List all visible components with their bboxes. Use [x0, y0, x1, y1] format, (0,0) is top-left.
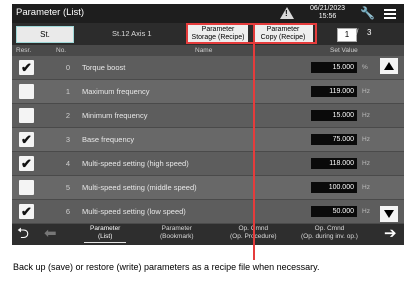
scroll-down-button[interactable] [380, 206, 398, 222]
param-value[interactable]: 119.000 [311, 86, 357, 97]
return-icon[interactable]: ⮌ [17, 225, 29, 243]
header-set-value: Set Value [330, 47, 358, 54]
time-text: 15:56 [318, 13, 337, 20]
recipe-highlight-box [186, 23, 317, 44]
param-name: Torque boost [82, 63, 126, 72]
param-value[interactable]: 50.000 [311, 206, 357, 217]
callout-caption: Back up (save) or restore (write) parame… [13, 262, 320, 272]
param-no: 1 [65, 87, 70, 96]
param-value[interactable]: 15.000 [311, 110, 357, 121]
table-row[interactable]: 2 Minimum frequency 15.000 Hz [12, 104, 404, 127]
page-title: Parameter (List) [16, 7, 85, 18]
param-value[interactable]: 118.000 [311, 158, 357, 169]
date-text: 06/21/2023 [310, 5, 346, 12]
param-unit: Hz [362, 88, 370, 95]
param-unit: % [362, 64, 368, 71]
param-name: Minimum frequency [82, 111, 148, 120]
page-separator: / [356, 27, 359, 37]
param-no: 2 [65, 111, 70, 120]
param-unit: Hz [362, 160, 370, 167]
table-row[interactable]: ✔ 0 Torque boost 15.000 % [12, 56, 404, 79]
table-row[interactable]: ✔ 4 Multi-speed setting (high speed) 118… [12, 152, 404, 175]
header-resr: Resr. [16, 47, 32, 54]
menu-icon[interactable] [384, 9, 396, 21]
bottom-nav-bar: ⮌ ⬅ Parameter (List) Parameter (Bookmark… [12, 224, 404, 245]
param-value[interactable]: 75.000 [311, 134, 357, 145]
nav-sublabel: (Op. during inv. op.) [301, 232, 358, 240]
restore-checkbox[interactable] [19, 108, 34, 123]
param-name: Multi-speed setting (middle speed) [82, 183, 197, 192]
table-row[interactable]: 1 Maximum frequency 119.000 Hz [12, 80, 404, 103]
param-no: 6 [65, 207, 70, 216]
param-unit: Hz [362, 184, 370, 191]
param-name: Maximum frequency [82, 87, 150, 96]
datetime: 06/21/2023 15:56 [310, 5, 345, 21]
param-unit: Hz [362, 136, 370, 143]
param-unit: Hz [362, 112, 370, 119]
param-no: 5 [65, 183, 70, 192]
nav-parameter-bookmark[interactable]: Parameter (Bookmark) [160, 225, 194, 240]
header-name: Name [195, 47, 213, 54]
back-arrow-icon[interactable]: ⬅ [44, 225, 57, 243]
page-number-input[interactable]: 1 [337, 28, 357, 42]
title-bar: Parameter (List) ! 06/21/2023 15:56 🔧 [12, 4, 404, 23]
station-axis-label: St.12 Axis 1 [112, 29, 152, 38]
scroll-up-button[interactable] [380, 58, 398, 74]
nav-parameter-list[interactable]: Parameter (List) [83, 225, 127, 243]
tab-row: St. St.12 Axis 1 Parameter Storage (Reci… [12, 23, 404, 45]
table-row[interactable]: ✔ 3 Base frequency 75.000 Hz [12, 128, 404, 151]
param-value[interactable]: 15.000 [311, 62, 357, 73]
station-button[interactable]: St. [16, 26, 74, 43]
param-no: 0 [65, 63, 70, 72]
nav-sublabel: (List) [97, 232, 113, 240]
scroll-down-icon [384, 210, 394, 218]
hmi-screen: Parameter (List) ! 06/21/2023 15:56 🔧 St… [12, 4, 404, 245]
callout-line [253, 25, 255, 260]
wrench-icon[interactable]: 🔧 [360, 6, 375, 20]
page-total: 3 [367, 28, 372, 37]
warning-icon[interactable]: ! [280, 7, 294, 19]
restore-checkbox[interactable] [19, 180, 34, 195]
forward-arrow-icon[interactable]: ➔ [384, 225, 397, 243]
warning-glyph: ! [285, 9, 288, 18]
param-unit: Hz [362, 208, 370, 215]
restore-checkbox[interactable]: ✔ [19, 60, 34, 75]
restore-checkbox[interactable]: ✔ [19, 132, 34, 147]
param-name: Multi-speed setting (high speed) [82, 159, 189, 168]
param-name: Base frequency [82, 135, 135, 144]
table-row[interactable]: ✔ 6 Multi-speed setting (low speed) 50.0… [12, 200, 404, 223]
param-value[interactable]: 100.000 [311, 182, 357, 193]
nav-label: Op. Cmnd [314, 225, 345, 232]
restore-checkbox[interactable] [19, 84, 34, 99]
header-no: No. [56, 47, 67, 54]
scroll-up-icon [384, 62, 394, 70]
table-row[interactable]: 5 Multi-speed setting (middle speed) 100… [12, 176, 404, 199]
param-no: 3 [65, 135, 70, 144]
restore-checkbox[interactable]: ✔ [19, 204, 34, 219]
table-header: Resr. No. Name Set Value [12, 45, 404, 56]
nav-label: Parameter [90, 225, 121, 232]
restore-checkbox[interactable]: ✔ [19, 156, 34, 171]
nav-op-during-inv[interactable]: Op. Cmnd (Op. during inv. op.) [301, 225, 358, 240]
param-no: 4 [65, 159, 70, 168]
nav-sublabel: (Bookmark) [160, 232, 194, 240]
parameter-table: ✔ 0 Torque boost 15.000 % 1 Maximum freq… [12, 56, 404, 224]
param-name: Multi-speed setting (low speed) [82, 207, 186, 216]
nav-label: Parameter [161, 225, 192, 232]
